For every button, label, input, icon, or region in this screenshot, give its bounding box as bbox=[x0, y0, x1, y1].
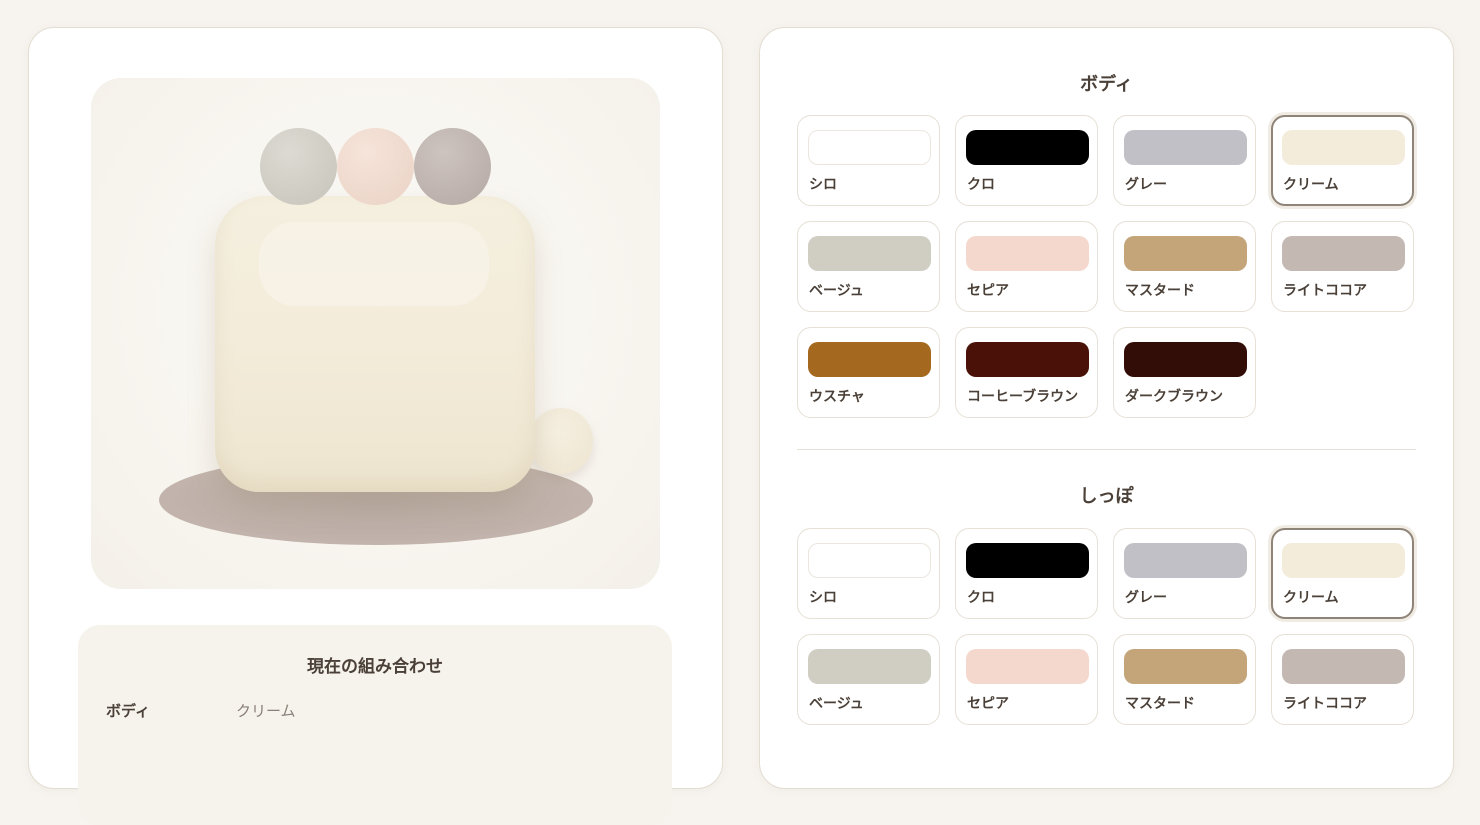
color-option[interactable]: セピア bbox=[955, 634, 1098, 725]
color-chip bbox=[1282, 543, 1405, 578]
color-chip bbox=[1282, 130, 1405, 165]
color-chip bbox=[808, 130, 931, 165]
color-chip bbox=[966, 342, 1089, 377]
color-option[interactable]: ウスチャ bbox=[797, 327, 940, 418]
section-title-body: ボディ bbox=[1080, 74, 1133, 95]
color-option[interactable]: コーヒーブラウン bbox=[955, 327, 1098, 418]
color-option[interactable]: マスタード bbox=[1113, 634, 1256, 725]
preview-panel: 現在の組み合わせ ボディ クリーム bbox=[28, 27, 723, 825]
color-option[interactable]: ダークブラウン bbox=[1113, 327, 1256, 418]
color-option[interactable]: ベージュ bbox=[797, 221, 940, 312]
color-option-label: クリーム bbox=[1283, 590, 1339, 606]
color-option-label: グレー bbox=[1125, 590, 1167, 606]
combination-key: ボディ bbox=[106, 702, 150, 720]
color-chip bbox=[966, 649, 1089, 684]
color-option[interactable]: セピア bbox=[955, 221, 1098, 312]
color-chip bbox=[1282, 236, 1405, 271]
preview-body bbox=[215, 196, 535, 492]
color-option-label: セピア bbox=[967, 696, 1009, 712]
color-chip bbox=[1124, 543, 1247, 578]
combination-title: 現在の組み合わせ bbox=[307, 657, 443, 677]
color-chip bbox=[808, 649, 931, 684]
color-option[interactable]: シロ bbox=[797, 115, 940, 206]
color-option[interactable]: クリーム bbox=[1271, 115, 1414, 206]
color-option-label: ダークブラウン bbox=[1125, 389, 1223, 405]
color-chip bbox=[966, 543, 1089, 578]
color-option-label: クロ bbox=[967, 177, 995, 193]
color-chip bbox=[966, 130, 1089, 165]
color-option-label: コーヒーブラウン bbox=[967, 389, 1079, 405]
current-combination: 現在の組み合わせ ボディ クリーム bbox=[78, 625, 672, 825]
color-chip bbox=[808, 543, 931, 578]
color-chip bbox=[1124, 342, 1247, 377]
product-preview bbox=[91, 78, 660, 589]
color-option-label: ベージュ bbox=[809, 696, 864, 712]
color-option-label: マスタード bbox=[1125, 283, 1195, 299]
color-chip bbox=[966, 236, 1089, 271]
color-option-label: グレー bbox=[1125, 177, 1167, 193]
preview-tail bbox=[529, 408, 593, 474]
color-chip bbox=[808, 342, 931, 377]
color-option[interactable]: ライトココア bbox=[1271, 221, 1414, 312]
color-option[interactable]: クロ bbox=[955, 528, 1098, 619]
preview-ball-right bbox=[414, 128, 491, 205]
color-chip bbox=[1124, 649, 1247, 684]
color-option[interactable]: クリーム bbox=[1271, 528, 1414, 619]
color-chip bbox=[1124, 130, 1247, 165]
color-option-label: セピア bbox=[967, 283, 1009, 299]
color-option[interactable]: クロ bbox=[955, 115, 1098, 206]
color-option[interactable]: ライトココア bbox=[1271, 634, 1414, 725]
color-option-label: マスタード bbox=[1125, 696, 1195, 712]
color-option[interactable]: マスタード bbox=[1113, 221, 1256, 312]
color-option-label: ウスチャ bbox=[809, 389, 865, 405]
color-option[interactable]: グレー bbox=[1113, 115, 1256, 206]
color-option-label: ライトココア bbox=[1283, 696, 1367, 712]
color-option-label: シロ bbox=[809, 177, 837, 193]
combination-value: クリーム bbox=[236, 702, 296, 720]
color-option-label: ライトココア bbox=[1283, 283, 1367, 299]
color-option-label: クリーム bbox=[1283, 177, 1339, 193]
preview-ball-left bbox=[260, 128, 337, 205]
color-option[interactable]: グレー bbox=[1113, 528, 1256, 619]
color-option[interactable]: ベージュ bbox=[797, 634, 940, 725]
color-option[interactable]: シロ bbox=[797, 528, 940, 619]
color-chip bbox=[808, 236, 931, 271]
body-highlight bbox=[259, 222, 489, 306]
section-divider bbox=[797, 449, 1416, 450]
color-chip bbox=[1282, 649, 1405, 684]
color-option-label: ベージュ bbox=[809, 283, 864, 299]
section-title-tail: しっぽ bbox=[1079, 486, 1134, 507]
preview-ball-center bbox=[337, 128, 414, 205]
color-chip bbox=[1124, 236, 1247, 271]
color-option-label: シロ bbox=[809, 590, 837, 606]
options-panel: ボディ シロ クロ グレー クリーム ベージュ セピア マスタード ライトココア ウスチャ コーヒ… bbox=[759, 27, 1454, 789]
color-option-label: クロ bbox=[967, 590, 995, 606]
